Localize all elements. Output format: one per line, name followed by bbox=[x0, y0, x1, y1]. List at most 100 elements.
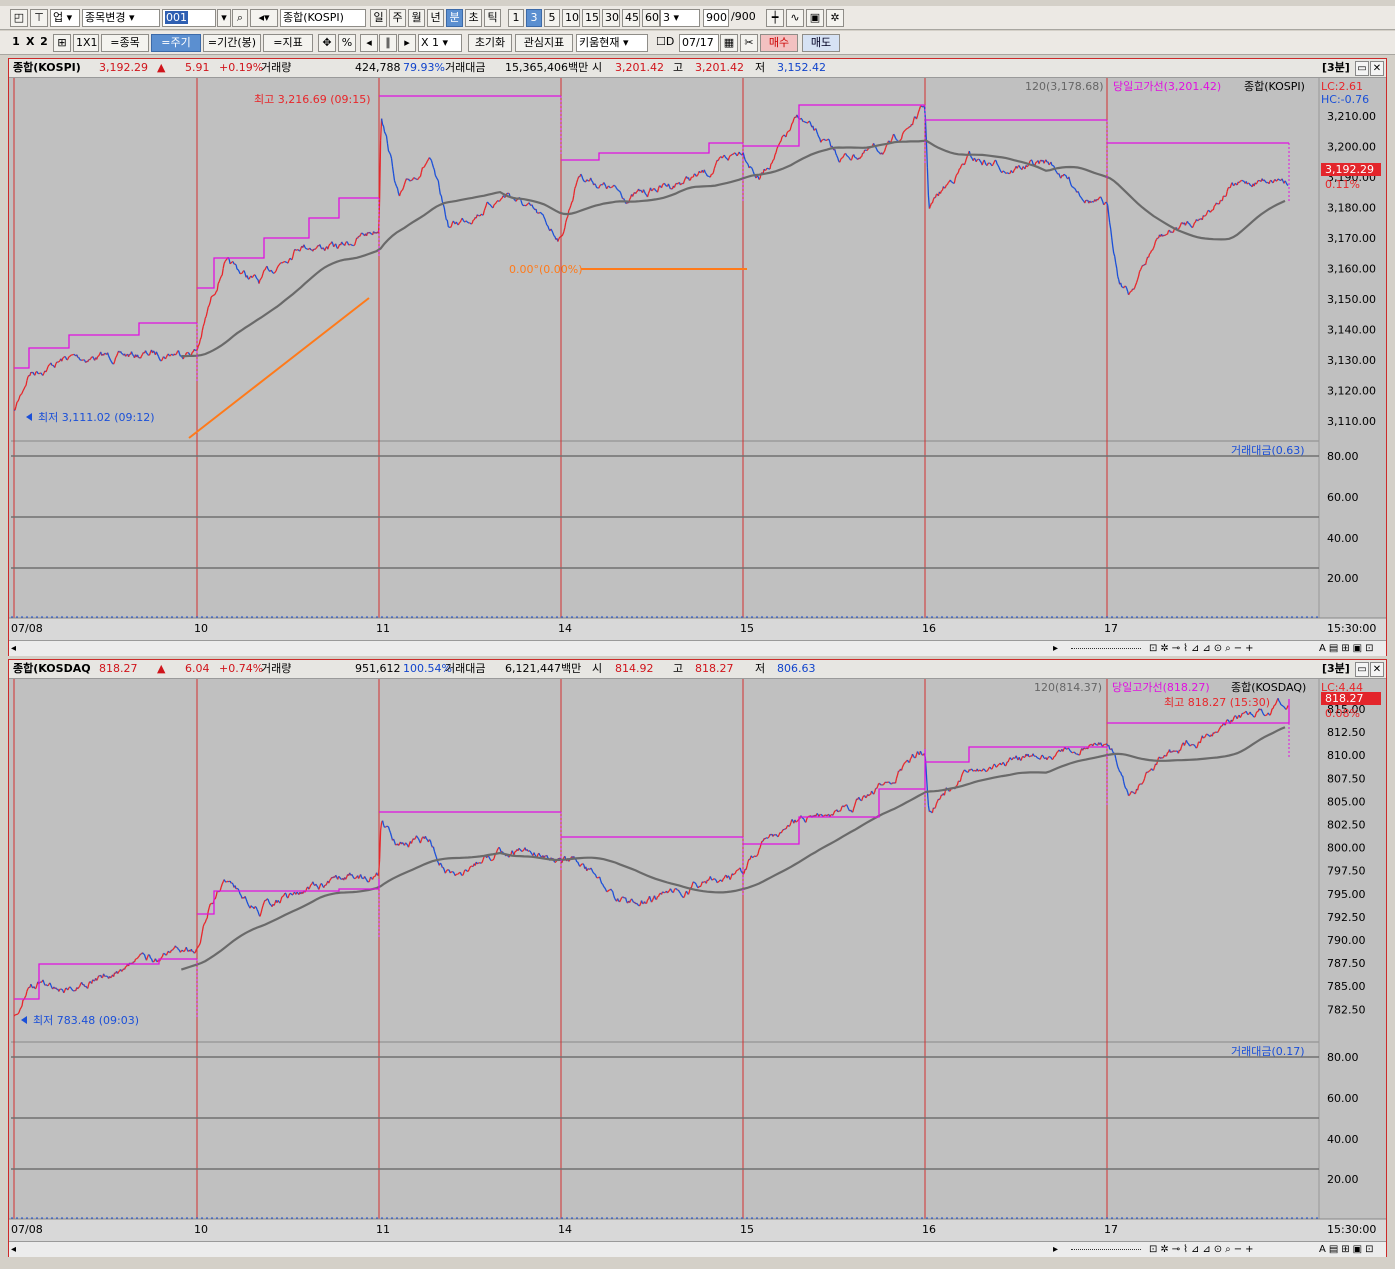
interval-30-button[interactable]: 30 bbox=[602, 9, 620, 27]
period-3-button[interactable]: 년 bbox=[427, 9, 444, 27]
interval-60-button[interactable]: 60 bbox=[642, 9, 660, 27]
interval-45-button[interactable]: 45 bbox=[622, 9, 640, 27]
low-value: 3,152.42 bbox=[777, 61, 826, 74]
price-chart[interactable]: 3,210.003,200.003,190.003,180.003,170.00… bbox=[9, 78, 1386, 640]
speaker-icon[interactable]: ◂▾ bbox=[250, 9, 278, 27]
scroll-thumb[interactable] bbox=[1071, 638, 1141, 649]
layout-1[interactable]: 1 bbox=[10, 34, 22, 52]
market-select[interactable]: 업 ▾ bbox=[50, 9, 80, 27]
kospi-panel: 종합(KOSPI) 3,192.29 ▲ 5.91 +0.19% 거래량 424,788 79… bbox=[8, 58, 1387, 656]
date-checkbox[interactable]: ☐D bbox=[654, 34, 678, 52]
x-tick-label: 17 bbox=[1104, 622, 1118, 635]
pause-icon[interactable]: ∥ bbox=[379, 34, 397, 52]
code-input[interactable]: 001 bbox=[162, 9, 216, 27]
layout-2[interactable]: 2 bbox=[38, 34, 50, 52]
window-icon[interactable]: ◰ bbox=[10, 9, 28, 27]
x-tick-label: 07/08 bbox=[11, 1223, 43, 1236]
interval-select[interactable]: 3 ▾ bbox=[660, 9, 700, 27]
chart-scrollbar[interactable]: ◂ ▸ ⊡✲⊸⌇⊿⊿⊙⌕−+ A▤⊞▣⊡ bbox=[9, 1241, 1386, 1257]
price-change: 5.91 bbox=[185, 61, 210, 74]
date-input[interactable]: 07/17 bbox=[679, 34, 719, 52]
next-icon[interactable]: ▸ bbox=[398, 34, 416, 52]
amount-legend: 거래대금(0.63) bbox=[1231, 444, 1305, 457]
ma-legend: 120(814.37) bbox=[1034, 681, 1102, 694]
reset-button[interactable]: 초기화 bbox=[468, 34, 512, 52]
y-tick-label: 3,200.00 bbox=[1327, 141, 1376, 154]
y-tick-label: 3,110.00 bbox=[1327, 415, 1376, 428]
grid-icon[interactable]: ⊞ bbox=[53, 34, 71, 52]
change-item-select[interactable]: 종목변경 ▾ bbox=[82, 9, 160, 27]
interval-3-button[interactable]: 3 bbox=[526, 9, 542, 27]
high-label: 고 bbox=[673, 662, 684, 675]
price-chart[interactable]: 815.00812.50810.00807.50805.00802.50800.… bbox=[9, 679, 1386, 1241]
y-tick-label: 787.50 bbox=[1327, 957, 1366, 970]
calendar-icon[interactable]: ▦ bbox=[720, 34, 738, 52]
pin-icon[interactable]: ⊤ bbox=[30, 9, 48, 27]
scroll-thumb[interactable] bbox=[1071, 1239, 1141, 1250]
scroll-left-icon[interactable]: ◂ bbox=[11, 1242, 16, 1257]
code-dropdown-icon[interactable]: ▾ bbox=[217, 9, 231, 27]
range-button[interactable]: =기간(봉) bbox=[203, 34, 261, 52]
x-tick-label: 14 bbox=[558, 622, 572, 635]
restore-icon[interactable]: ▭ bbox=[1355, 662, 1369, 677]
zoom-select[interactable]: X 1 ▾ bbox=[418, 34, 462, 52]
interval-tag: [3분] bbox=[1322, 662, 1350, 675]
interest-indicator-button[interactable]: 관심지표 bbox=[515, 34, 573, 52]
search-icon[interactable]: ⌕ bbox=[232, 9, 248, 27]
panel-tools-icon[interactable]: A▤⊞▣⊡ bbox=[1319, 641, 1377, 656]
low-label: 저 bbox=[755, 61, 766, 74]
candle-icon[interactable]: ┿ bbox=[766, 9, 784, 27]
open-label: 시 bbox=[592, 662, 603, 675]
price-tag-pct: 0.08% bbox=[1325, 707, 1360, 720]
scroll-right-icon[interactable]: ▸ bbox=[1053, 641, 1058, 656]
current-price: 818.27 bbox=[99, 662, 138, 675]
drawing-tools-icon[interactable]: ⊡✲⊸⌇⊿⊿⊙⌕−+ bbox=[1149, 641, 1257, 656]
period-0-button[interactable]: 일 bbox=[370, 9, 387, 27]
item-button[interactable]: =종목 bbox=[101, 34, 149, 52]
interval-15-button[interactable]: 15 bbox=[582, 9, 600, 27]
line-chart-icon[interactable]: ∿ bbox=[786, 9, 804, 27]
panel-header: 종합(KOSPI) 3,192.29 ▲ 5.91 +0.19% 거래량 424,788 79… bbox=[9, 59, 1386, 78]
price-tag-pct: 0.11% bbox=[1325, 178, 1360, 191]
count-input[interactable]: 900 bbox=[703, 9, 729, 27]
x-tick-label: 11 bbox=[376, 1223, 390, 1236]
scroll-right-icon[interactable]: ▸ bbox=[1053, 1242, 1058, 1257]
gear-icon[interactable]: ✲ bbox=[826, 9, 844, 27]
period-button[interactable]: =주기 bbox=[151, 34, 201, 52]
indicator-button[interactable]: =지표 bbox=[263, 34, 313, 52]
period-6-button[interactable]: 틱 bbox=[484, 9, 501, 27]
prev-icon[interactable]: ◂ bbox=[360, 34, 378, 52]
panel-tools-icon[interactable]: A▤⊞▣⊡ bbox=[1319, 1242, 1377, 1257]
interval-5-button[interactable]: 5 bbox=[544, 9, 560, 27]
open-label: 시 bbox=[592, 61, 603, 74]
save-icon[interactable]: ▣ bbox=[806, 9, 824, 27]
period-4-button[interactable]: 분 bbox=[446, 9, 463, 27]
price-tag: 818.27 bbox=[1325, 692, 1364, 705]
y-tick-label: 805.00 bbox=[1327, 795, 1366, 808]
chart-scrollbar[interactable]: ◂ ▸ ⊡✲⊸⌇⊿⊿⊙⌕−+ A▤⊞▣⊡ bbox=[9, 640, 1386, 656]
interval-1-button[interactable]: 1 bbox=[508, 9, 524, 27]
kiwoom-select[interactable]: 키움현재 ▾ bbox=[576, 34, 648, 52]
x-tick-label: 07/08 bbox=[11, 622, 43, 635]
high-line-legend: 당일고가선(818.27) bbox=[1112, 680, 1210, 694]
period-2-button[interactable]: 월 bbox=[408, 9, 425, 27]
sell-button[interactable]: 매도 bbox=[802, 34, 840, 52]
current-price: 3,192.29 bbox=[99, 61, 148, 74]
buy-button[interactable]: 매수 bbox=[760, 34, 798, 52]
grid-1x1-button[interactable]: 1X1 bbox=[73, 34, 99, 52]
restore-icon[interactable]: ▭ bbox=[1355, 61, 1369, 76]
scissors-icon[interactable]: ✂ bbox=[740, 34, 758, 52]
scroll-left-icon[interactable]: ◂ bbox=[11, 641, 16, 656]
percent-button[interactable]: % bbox=[338, 34, 356, 52]
volume-label: 거래량 bbox=[261, 61, 292, 74]
period-5-button[interactable]: 초 bbox=[465, 9, 482, 27]
hc-label: HC:-0.76 bbox=[1321, 93, 1369, 106]
period-1-button[interactable]: 주 bbox=[389, 9, 406, 27]
crosshair-icon[interactable]: ✥ bbox=[318, 34, 336, 52]
sub-y-tick: 60.00 bbox=[1327, 1092, 1359, 1105]
close-icon[interactable]: ✕ bbox=[1370, 61, 1384, 76]
layout-x[interactable]: X bbox=[24, 34, 36, 52]
drawing-tools-icon[interactable]: ⊡✲⊸⌇⊿⊿⊙⌕−+ bbox=[1149, 1242, 1257, 1257]
interval-10-button[interactable]: 10 bbox=[562, 9, 580, 27]
close-icon[interactable]: ✕ bbox=[1370, 662, 1384, 677]
